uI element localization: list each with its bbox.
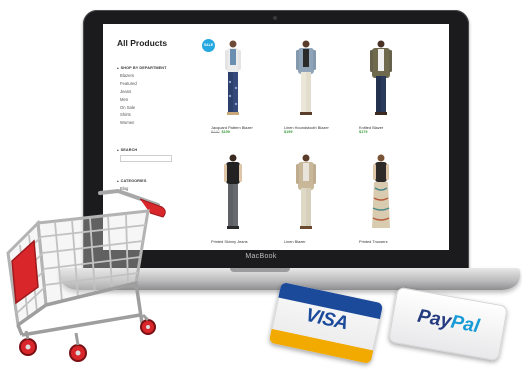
laptop-hinge: [230, 268, 290, 272]
shopping-cart-icon: [6, 188, 166, 362]
sale-price: $199: [284, 130, 293, 134]
old-price: $210: [211, 130, 220, 134]
product-card[interactable]: Printed Skinny Jeans: [211, 152, 255, 244]
product-image[interactable]: [284, 38, 328, 124]
product-card[interactable]: Linen Houndstooth Blazer $199: [284, 38, 329, 134]
paypal-card: PayPal: [387, 286, 509, 362]
model-figure: [296, 40, 316, 115]
sale-price: $179: [359, 130, 368, 134]
search-input[interactable]: [120, 155, 172, 162]
model-figure: [370, 40, 392, 115]
department-link[interactable]: Women: [120, 119, 137, 127]
product-image[interactable]: [359, 152, 403, 238]
department-link[interactable]: Men: [120, 96, 137, 104]
department-list: Blazers Featured Jeans Men On Sale Shirt…: [120, 72, 137, 127]
department-link[interactable]: Blazers: [120, 72, 137, 80]
model-figure: [372, 154, 390, 228]
department-link[interactable]: Shirts: [120, 111, 137, 119]
page-title: All Products: [117, 38, 168, 48]
section-title-search: SEARCH: [117, 148, 138, 152]
product-card[interactable]: Jacquard Pattern Blazer $210 $199: [211, 38, 255, 134]
product-image[interactable]: [359, 38, 403, 124]
department-link[interactable]: Jeans: [120, 88, 137, 96]
product-image[interactable]: [284, 152, 328, 238]
section-title-department: SHOP BY DEPARTMENT: [117, 66, 167, 70]
product-price: $199: [284, 130, 328, 134]
product-card[interactable]: Linen Blazer: [284, 152, 328, 244]
department-link[interactable]: On Sale: [120, 104, 137, 112]
visa-card: VISA: [268, 281, 384, 365]
product-card[interactable]: Knitted Blazer $179: [359, 38, 403, 134]
camera-icon: [273, 16, 277, 20]
sale-price: $199: [221, 130, 230, 134]
model-figure: [224, 154, 242, 229]
model-figure: [225, 40, 241, 115]
product-price: $210 $199: [211, 130, 255, 134]
paypal-logo-part: Pal: [449, 311, 481, 338]
product-image[interactable]: [211, 152, 255, 238]
product-card[interactable]: Printed Trousers: [359, 152, 403, 244]
product-image[interactable]: [211, 38, 255, 124]
product-name[interactable]: Printed Trousers: [359, 239, 403, 244]
product-name[interactable]: Printed Skinny Jeans: [211, 239, 255, 244]
department-link[interactable]: Featured: [120, 80, 137, 88]
paypal-logo: PayPal: [391, 301, 505, 342]
product-name[interactable]: Linen Blazer: [284, 239, 328, 244]
model-figure: [296, 154, 316, 229]
paypal-logo-part: Pay: [415, 305, 453, 333]
product-price: $179: [359, 130, 403, 134]
